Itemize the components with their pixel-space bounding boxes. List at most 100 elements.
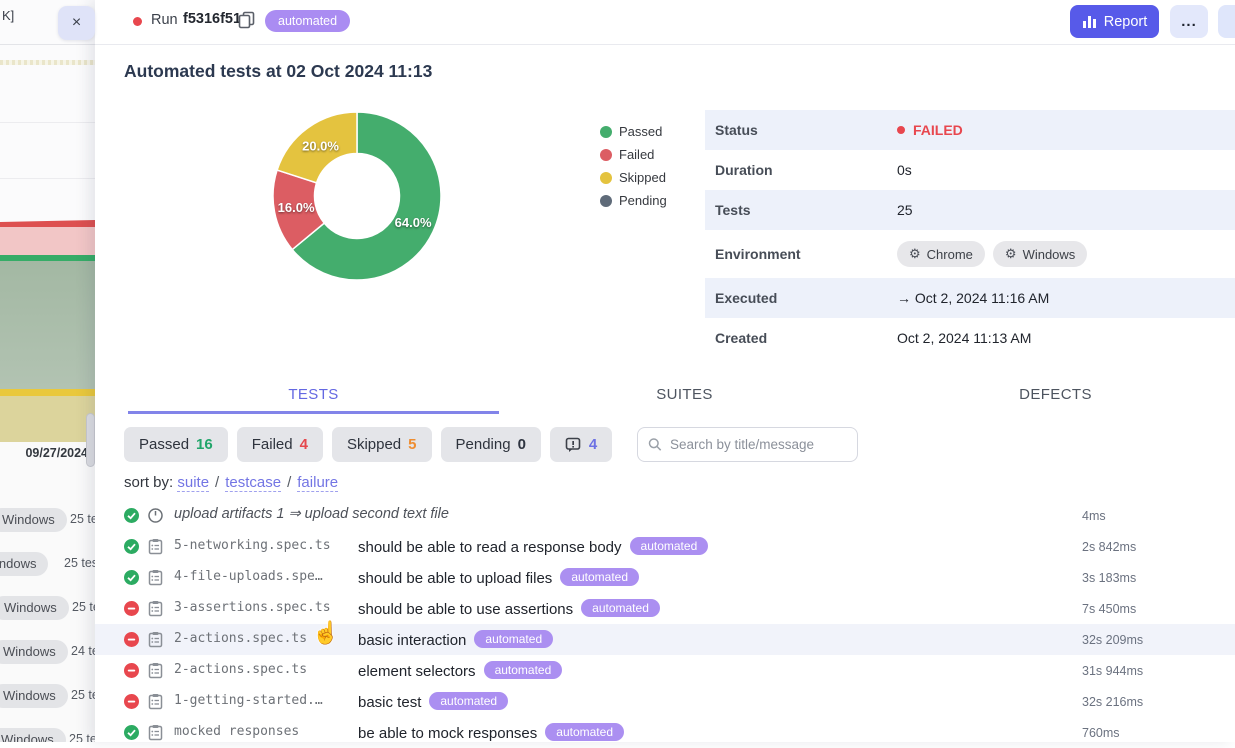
background-page-strip: K] 09/27/2024 Windows 25 test indows 25 …: [0, 0, 95, 742]
bar-chart-icon: [1082, 15, 1097, 29]
env-chip-chrome[interactable]: ⚙Chrome: [897, 241, 985, 267]
environment-pill: indows: [0, 552, 48, 576]
close-panel-button[interactable]: ×: [58, 6, 95, 40]
environment-pill: Windows: [0, 728, 66, 742]
gear-icon: ⚙: [1005, 246, 1017, 262]
page-title: Automated tests at 02 Oct 2024 11:13: [124, 61, 432, 82]
env-chip-windows[interactable]: ⚙Windows: [993, 241, 1087, 267]
environment-pill: Windows: [0, 508, 67, 532]
automated-badge: automated: [474, 630, 553, 648]
divider: [0, 44, 95, 45]
run-list-item[interactable]: Windows 25 tes: [0, 728, 95, 742]
automated-badge: automated: [630, 537, 709, 555]
gridline: [0, 178, 95, 179]
comment-icon: [565, 437, 582, 453]
test-file: 5-networking.spec.ts: [174, 538, 349, 553]
run-list-item[interactable]: Windows 25 tes: [0, 684, 95, 710]
test-duration: 2s 842ms: [1082, 540, 1136, 554]
test-count-label: 24 tes: [71, 644, 95, 658]
sort-testcase-link[interactable]: testcase: [225, 474, 281, 492]
test-row[interactable]: 1-getting-started.… basic testautomated …: [95, 686, 1235, 717]
automated-badge: automated: [581, 599, 660, 617]
legend-item-failed: Failed: [600, 143, 667, 166]
duration-value: 0s: [897, 162, 912, 178]
failed-icon: [124, 601, 139, 616]
legend-item-skipped: Skipped: [600, 166, 667, 189]
failed-icon: [124, 694, 139, 709]
test-file: mocked responses: [174, 724, 349, 739]
automated-badge: automated: [265, 10, 350, 32]
shortcut-hint-text: K]: [2, 8, 14, 23]
close-icon: ×: [72, 14, 81, 32]
run-list-item[interactable]: Windows 25 test: [0, 508, 95, 534]
test-row-hovered[interactable]: 2-actions.spec.ts basic interactionautom…: [95, 624, 1235, 655]
testcase-icon: [147, 724, 164, 741]
test-count-label: 25 test: [64, 556, 95, 570]
filter-skipped-button[interactable]: Skipped 5: [332, 427, 432, 462]
test-duration: 3s 183ms: [1082, 571, 1136, 585]
filter-pending-button[interactable]: Pending 0: [441, 427, 541, 462]
test-row[interactable]: upload artifacts 1 ⇒ upload second text …: [95, 500, 1235, 531]
passed-icon: [124, 570, 139, 585]
mouse-cursor: ☝: [312, 620, 339, 646]
detail-row-status: Status FAILED: [705, 110, 1235, 150]
search-input[interactable]: [670, 437, 847, 452]
filter-failed-button[interactable]: Failed 4: [237, 427, 323, 462]
donut-percent-label: 64.0%: [395, 215, 432, 230]
test-row[interactable]: 4-file-uploads.spe… should be able to up…: [95, 562, 1235, 593]
area-chart-skipped-line: [0, 389, 95, 396]
run-list-item[interactable]: indows 25 test: [0, 552, 95, 578]
run-list-item[interactable]: Windows 24 tes: [0, 640, 95, 666]
automated-badge: automated: [545, 723, 624, 741]
scrollbar-thumb[interactable]: [86, 413, 95, 467]
test-title: basic interactionautomated: [358, 630, 553, 649]
tab-suites[interactable]: SUITES: [499, 378, 870, 414]
test-title: element selectorsautomated: [358, 661, 562, 680]
passed-icon: [124, 725, 139, 740]
tests-value: 25: [897, 202, 913, 218]
search-icon: [648, 437, 662, 452]
failed-status-dot: [897, 126, 905, 134]
detail-row-duration: Duration 0s: [705, 150, 1235, 190]
legend-item-passed: Passed: [600, 120, 667, 143]
testcase-icon: [147, 538, 164, 555]
tab-tests[interactable]: TESTS: [128, 378, 499, 414]
test-title: should be able to upload filesautomated: [358, 568, 639, 587]
test-title: should be able to read a response bodyau…: [358, 537, 708, 556]
test-count-label: 25 tes: [69, 732, 95, 742]
test-title: be able to mock responsesautomated: [358, 723, 624, 742]
testcase-icon: [147, 693, 164, 710]
test-row[interactable]: mocked responses be able to mock respons…: [95, 717, 1235, 748]
run-label: Run: [151, 12, 178, 28]
run-date-label: 09/27/2024: [0, 446, 88, 460]
sort-failure-link[interactable]: failure: [297, 474, 338, 492]
more-options-button[interactable]: ...: [1170, 5, 1208, 38]
passed-icon: [124, 508, 139, 523]
run-details-table: Status FAILED Duration 0s Tests 25 Envir…: [705, 110, 1235, 358]
donut-percent-label: 20.0%: [302, 138, 339, 153]
run-id: f5316f51: [183, 11, 241, 27]
testcase-icon: [147, 600, 164, 617]
test-row[interactable]: 3-assertions.spec.ts should be able to u…: [95, 593, 1235, 624]
test-count-label: 25 tes: [72, 600, 95, 614]
filter-passed-button[interactable]: Passed 16: [124, 427, 228, 462]
test-count-label: 25 tes: [71, 688, 95, 702]
test-row[interactable]: 2-actions.spec.ts element selectorsautom…: [95, 655, 1235, 686]
skipped-dot-icon: [600, 172, 612, 184]
environment-pill: Windows: [0, 596, 69, 620]
filter-comments-button[interactable]: 4: [550, 427, 612, 462]
gridline: [0, 122, 95, 123]
chart-legend: Passed Failed Skipped Pending: [600, 120, 667, 212]
report-button[interactable]: Report: [1070, 5, 1159, 38]
test-row[interactable]: 5-networking.spec.ts should be able to r…: [95, 531, 1235, 562]
area-chart-failed-fill: [0, 227, 95, 255]
area-chart-passed-fill: [0, 261, 95, 389]
test-duration: 31s 944ms: [1082, 664, 1143, 678]
copy-icon[interactable]: [238, 11, 258, 31]
expand-button[interactable]: [1218, 5, 1235, 38]
failed-icon: [124, 663, 139, 678]
run-list-item[interactable]: Windows 25 tes: [0, 596, 95, 622]
automated-badge: automated: [429, 692, 508, 710]
sort-suite-link[interactable]: suite: [177, 474, 209, 492]
tab-defects[interactable]: DEFECTS: [870, 378, 1235, 414]
